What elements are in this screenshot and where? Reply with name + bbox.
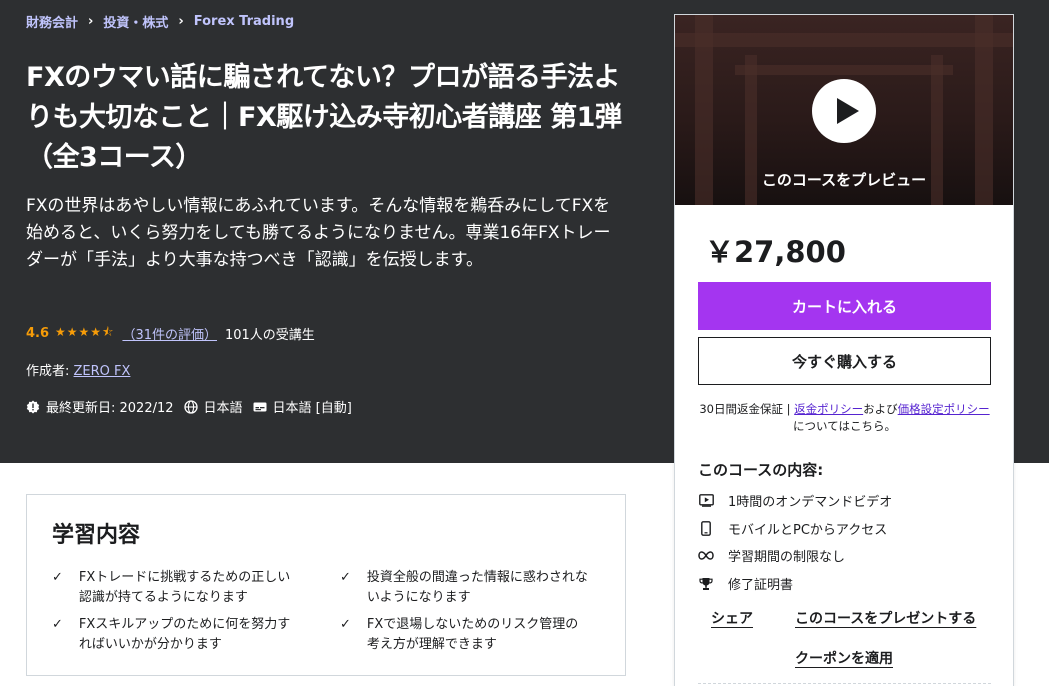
learn-item: ✓ FXスキルアップのために何を努力すればいいかが分かります bbox=[52, 615, 302, 655]
preview-label: このコースをプレビュー bbox=[761, 171, 927, 189]
language: 日本語 bbox=[183, 397, 243, 416]
learn-item-text: 投資全般の間違った情報に惑わされないようになります bbox=[366, 570, 588, 605]
course-title: FXのウマい話に騙されてない？プロが語る手法よりも大切なこと｜FX駆け込み寺初心… bbox=[26, 62, 622, 173]
rating-value: 4.6 bbox=[26, 326, 50, 341]
includes-item: 1時間のオンデマンドビデオ bbox=[698, 491, 892, 510]
play-icon bbox=[837, 98, 859, 124]
preview-image-beam bbox=[735, 65, 953, 75]
last-updated: 最終更新日: 2022/12 bbox=[26, 397, 174, 416]
check-icon: ✓ bbox=[52, 617, 63, 632]
learn-item-text: FXトレードに挑戦するための正しい認識が持てるようになります bbox=[78, 570, 291, 605]
last-updated-text: 最終更新日: 2022/12 bbox=[46, 401, 174, 416]
refund-suffix: についてはこちら。 bbox=[793, 419, 896, 433]
course-price: ￥27,800 bbox=[705, 235, 846, 269]
apply-coupon-button[interactable]: クーポンを適用 bbox=[795, 648, 893, 668]
author-link[interactable]: ZERO FX bbox=[74, 364, 131, 379]
buy-now-button[interactable]: 今すぐ購入する bbox=[698, 337, 991, 385]
includes-item-text: モバイルとPCからアクセス bbox=[728, 523, 888, 538]
course-preview[interactable]: このコースをプレビュー bbox=[675, 15, 1013, 205]
trophy-icon bbox=[698, 576, 714, 592]
includes-item: 修了証明書 bbox=[698, 574, 793, 593]
purchase-sidebar: このコースをプレビュー ￥27,800 カートに入れる 今すぐ購入する 30日間… bbox=[674, 14, 1014, 686]
share-button[interactable]: シェア bbox=[711, 608, 753, 628]
includes-item-text: 修了証明書 bbox=[728, 578, 794, 593]
includes-title: このコースの内容: bbox=[698, 461, 824, 479]
preview-image-beam bbox=[675, 33, 1013, 47]
refund-policy-link[interactable]: 返金ポリシー bbox=[794, 402, 863, 416]
refund-notice: 30日間返金保証 | 返金ポリシーおよび価格設定ポリシーについてはこちら。 bbox=[698, 401, 991, 435]
star-rating-icon: ★★★★⯪ bbox=[55, 325, 115, 339]
check-icon: ✓ bbox=[52, 570, 63, 585]
breadcrumb-link-forex[interactable]: Forex Trading bbox=[194, 14, 294, 29]
learn-item-text: FXで退場しないためのリスク管理の考え方が理解できます bbox=[366, 617, 579, 652]
mobile-icon bbox=[698, 521, 714, 537]
refund-mid: および bbox=[863, 402, 898, 416]
check-icon: ✓ bbox=[340, 570, 351, 585]
meta-row: 最終更新日: 2022/12 日本語 日本語 [自動] bbox=[26, 397, 362, 416]
video-icon bbox=[698, 493, 714, 509]
add-to-cart-button[interactable]: カートに入れる bbox=[698, 282, 991, 330]
includes-item-text: 1時間のオンデマンドビデオ bbox=[728, 495, 893, 510]
learn-item: ✓ FXで退場しないためのリスク管理の考え方が理解できます bbox=[340, 615, 590, 655]
learn-item-text: FXスキルアップのために何を努力すればいいかが分かります bbox=[78, 617, 291, 652]
breadcrumb-link-finance[interactable]: 財務会計 bbox=[26, 12, 78, 31]
captions: 日本語 [自動] bbox=[253, 397, 352, 416]
play-button[interactable] bbox=[812, 79, 876, 143]
course-subtitle: FXの世界はあやしい情報にあふれています。そんな情報を鵜呑みにしてFXを始めると… bbox=[26, 196, 611, 270]
chevron-right-icon: › bbox=[88, 14, 94, 29]
check-icon: ✓ bbox=[340, 617, 351, 632]
alert-badge-icon bbox=[26, 400, 40, 413]
student-count: 101人の受講生 bbox=[224, 328, 315, 343]
breadcrumb-link-investing[interactable]: 投資・株式 bbox=[103, 12, 168, 31]
infinity-icon bbox=[698, 548, 714, 564]
breadcrumb: 財務会計 › 投資・株式 › Forex Trading bbox=[26, 12, 294, 31]
pricing-policy-link[interactable]: 価格設定ポリシー bbox=[898, 402, 990, 416]
author-label: 作成者: bbox=[26, 364, 70, 379]
captions-text: 日本語 [自動] bbox=[272, 401, 352, 416]
author-row: 作成者: ZERO FX bbox=[26, 360, 130, 379]
includes-item: モバイルとPCからアクセス bbox=[698, 519, 887, 538]
what-you-learn-box: 学習内容 ✓ FXトレードに挑戦するための正しい認識が持てるようになります ✓ … bbox=[26, 494, 626, 676]
divider bbox=[698, 683, 991, 684]
captions-icon bbox=[253, 402, 267, 411]
includes-item: 学習期間の制限なし bbox=[698, 546, 845, 565]
gift-course-button[interactable]: このコースをプレゼントする bbox=[795, 608, 976, 628]
learn-item: ✓ 投資全般の間違った情報に惑わされないようになります bbox=[340, 568, 590, 608]
learn-item: ✓ FXトレードに挑戦するための正しい認識が持てるようになります bbox=[52, 568, 302, 608]
chevron-right-icon: › bbox=[178, 14, 184, 29]
rating-row: 4.6 ★★★★⯪ （31件の評価） 101人の受講生 bbox=[26, 323, 315, 344]
refund-prefix: 30日間返金保証 | bbox=[699, 402, 795, 416]
language-text: 日本語 bbox=[203, 401, 243, 416]
includes-item-text: 学習期間の制限なし bbox=[728, 550, 846, 565]
rating-count-link[interactable]: （31件の評価） bbox=[122, 324, 217, 343]
globe-icon bbox=[183, 399, 198, 414]
learn-title: 学習内容 bbox=[52, 523, 141, 548]
